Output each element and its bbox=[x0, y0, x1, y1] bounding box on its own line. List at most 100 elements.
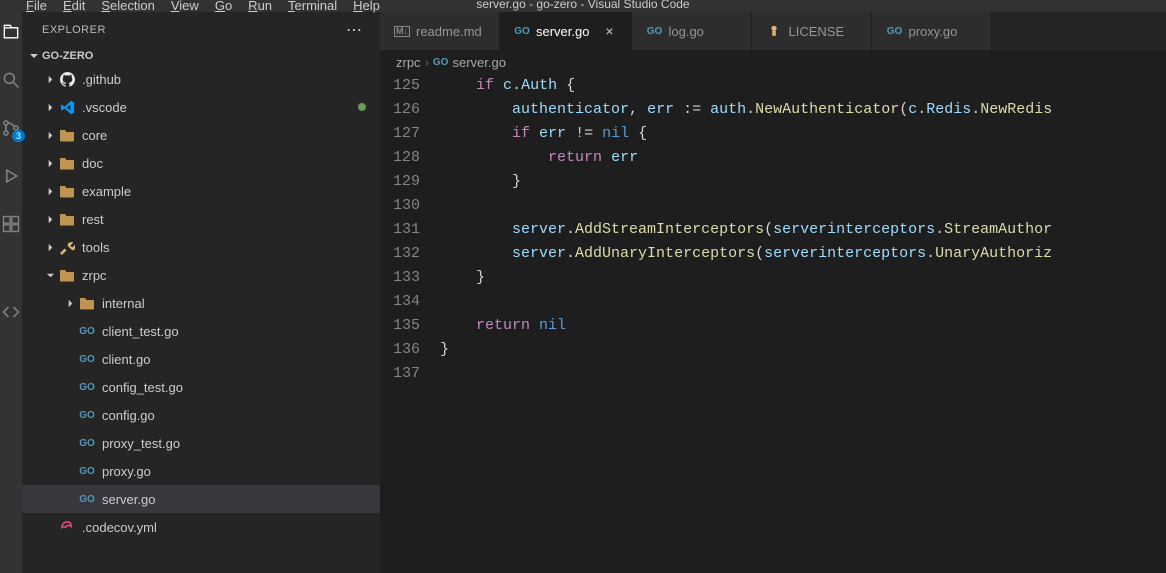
code-line[interactable]: authenticator, err := auth.NewAuthentica… bbox=[440, 98, 1166, 122]
breadcrumb[interactable]: zrpc › GO server.go bbox=[380, 50, 1166, 74]
chevron-right-icon: › bbox=[425, 55, 429, 70]
code-line[interactable]: } bbox=[440, 266, 1166, 290]
folder-example[interactable]: example bbox=[22, 177, 380, 205]
go-icon: GO bbox=[78, 434, 96, 452]
tab-log-go[interactable]: GOlog.go bbox=[632, 12, 752, 50]
code-line[interactable]: } bbox=[440, 170, 1166, 194]
tree-label: proxy_test.go bbox=[102, 436, 180, 451]
code-line[interactable] bbox=[440, 290, 1166, 314]
breadcrumb-part[interactable]: server.go bbox=[452, 55, 505, 70]
tab-LICENSE[interactable]: LICENSE bbox=[752, 12, 872, 50]
file-client.go[interactable]: GOclient.go bbox=[22, 345, 380, 373]
tab-readme-md[interactable]: M↓ readme.md bbox=[380, 12, 500, 50]
license-icon bbox=[766, 23, 782, 39]
file-config.go[interactable]: GOconfig.go bbox=[22, 401, 380, 429]
folder-tools[interactable]: tools bbox=[22, 233, 380, 261]
chevron-right-icon bbox=[42, 243, 58, 252]
chevron-down-icon bbox=[42, 271, 58, 280]
tree-label: rest bbox=[82, 212, 104, 227]
file-proxy.go[interactable]: GOproxy.go bbox=[22, 457, 380, 485]
go-icon: GO bbox=[78, 490, 96, 508]
go-icon: GO bbox=[78, 406, 96, 424]
explorer-icon[interactable] bbox=[1, 22, 21, 42]
line-number: 130 bbox=[380, 194, 420, 218]
line-gutter: 125126127128129130131132133134135136137 bbox=[380, 74, 440, 573]
close-icon[interactable]: × bbox=[601, 23, 617, 39]
tab-proxy-go[interactable]: GOproxy.go bbox=[872, 12, 992, 50]
code-line[interactable] bbox=[440, 362, 1166, 386]
code-content[interactable]: if c.Auth { authenticator, err := auth.N… bbox=[440, 74, 1166, 573]
editor-body[interactable]: 125126127128129130131132133134135136137 … bbox=[380, 74, 1166, 573]
debug-icon[interactable] bbox=[1, 166, 21, 186]
tab-server-go[interactable]: GOserver.go× bbox=[500, 12, 632, 50]
file-config_test.go[interactable]: GOconfig_test.go bbox=[22, 373, 380, 401]
menu-edit[interactable]: Edit bbox=[55, 0, 93, 12]
code-line[interactable]: return nil bbox=[440, 314, 1166, 338]
menu-view[interactable]: View bbox=[163, 0, 207, 12]
scm-icon[interactable]: 3 bbox=[1, 118, 21, 138]
go-icon: GO bbox=[886, 23, 902, 39]
code-line[interactable]: server.AddUnaryInterceptors(serverinterc… bbox=[440, 242, 1166, 266]
tree-label: client_test.go bbox=[102, 324, 179, 339]
tab-label: log.go bbox=[668, 24, 703, 39]
go-icon: GO bbox=[78, 378, 96, 396]
tab-label: readme.md bbox=[416, 24, 482, 39]
workspace-header[interactable]: GO-ZERO bbox=[22, 47, 380, 65]
sidebar: EXPLORER ⋯ GO-ZERO .github .vscode core doc… bbox=[22, 12, 380, 573]
code-line[interactable]: } bbox=[440, 338, 1166, 362]
menu-selection[interactable]: Selection bbox=[93, 0, 162, 12]
file-proxy_test.go[interactable]: GO proxy_test.go bbox=[22, 429, 380, 457]
folder-zrpc[interactable]: zrpc bbox=[22, 261, 380, 289]
sidebar-more-icon[interactable]: ⋯ bbox=[346, 20, 364, 40]
code-line[interactable]: if err != nil { bbox=[440, 122, 1166, 146]
code-line[interactable] bbox=[440, 194, 1166, 218]
extensions-icon[interactable] bbox=[1, 214, 21, 234]
folder-rest[interactable]: rest bbox=[22, 205, 380, 233]
tree-label: server.go bbox=[102, 492, 155, 507]
tree-label: client.go bbox=[102, 352, 150, 367]
chevron-down-icon bbox=[26, 51, 42, 61]
menu-run[interactable]: Run bbox=[240, 0, 280, 12]
sidebar-title: EXPLORER bbox=[42, 24, 106, 36]
menu-go[interactable]: Go bbox=[207, 0, 240, 12]
file-.codecov.yml[interactable]: .codecov.yml bbox=[22, 513, 380, 541]
folder-icon bbox=[78, 294, 96, 312]
folder-internal[interactable]: internal bbox=[22, 289, 380, 317]
tree-label: proxy.go bbox=[102, 464, 151, 479]
markdown-icon: M↓ bbox=[394, 23, 410, 39]
tree-label: .github bbox=[82, 72, 121, 87]
chevron-right-icon bbox=[62, 299, 78, 308]
folder-.vscode[interactable]: .vscode bbox=[22, 93, 380, 121]
menu-help[interactable]: Help bbox=[345, 0, 388, 12]
chevron-right-icon bbox=[42, 75, 58, 84]
go-icon: GO bbox=[514, 23, 530, 39]
folder-core[interactable]: core bbox=[22, 121, 380, 149]
folder-doc[interactable]: doc bbox=[22, 149, 380, 177]
window-title: server.go - go-zero - Visual Studio Code bbox=[476, 0, 689, 11]
chevron-right-icon bbox=[42, 187, 58, 196]
codecov-icon bbox=[58, 518, 76, 536]
line-number: 128 bbox=[380, 146, 420, 170]
tab-label: LICENSE bbox=[788, 24, 844, 39]
menu-file[interactable]: File bbox=[18, 0, 55, 12]
tab-bar: M↓readme.mdGOserver.go×GOlog.goLICENSEGO… bbox=[380, 12, 1166, 50]
activitybar: 3 bbox=[0, 12, 22, 573]
go-icon: GO bbox=[78, 322, 96, 340]
code-line[interactable]: server.AddStreamInterceptors(serverinter… bbox=[440, 218, 1166, 242]
search-icon[interactable] bbox=[1, 70, 21, 90]
folder-icon bbox=[58, 210, 76, 228]
menu-terminal[interactable]: Terminal bbox=[280, 0, 345, 12]
remote-icon[interactable] bbox=[1, 302, 21, 322]
tree-label: tools bbox=[82, 240, 109, 255]
line-number: 125 bbox=[380, 74, 420, 98]
file-server.go[interactable]: GO server.go bbox=[22, 485, 380, 513]
breadcrumb-part[interactable]: zrpc bbox=[396, 55, 421, 70]
tree-label: core bbox=[82, 128, 107, 143]
tree-label: internal bbox=[102, 296, 145, 311]
go-icon: GO bbox=[433, 57, 449, 68]
file-client_test.go[interactable]: GO client_test.go bbox=[22, 317, 380, 345]
code-line[interactable]: return err bbox=[440, 146, 1166, 170]
folder-.github[interactable]: .github bbox=[22, 65, 380, 93]
vscode-icon bbox=[58, 98, 76, 116]
code-line[interactable]: if c.Auth { bbox=[440, 74, 1166, 98]
